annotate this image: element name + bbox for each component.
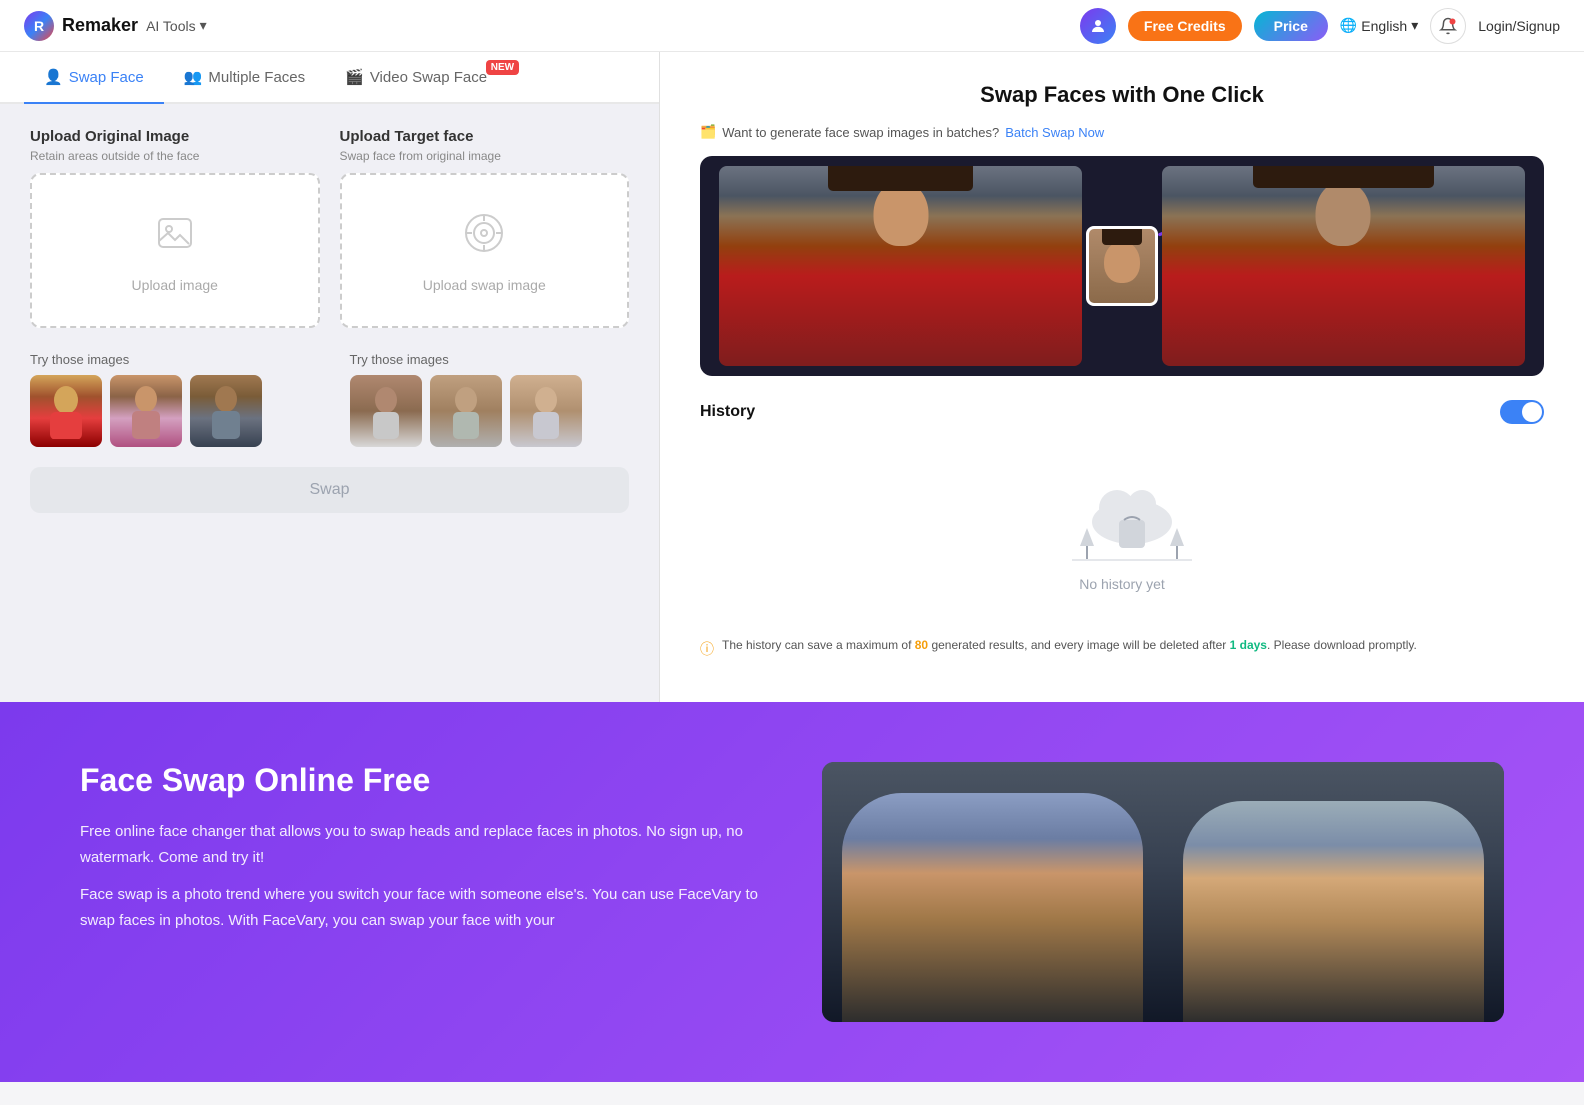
promo-para2: Face swap is a photo trend where you swi… bbox=[80, 882, 762, 933]
history-note-text: The history can save a maximum of 80 gen… bbox=[722, 638, 1417, 652]
try-target-thumb-1[interactable] bbox=[350, 375, 422, 447]
history-section: History bbox=[700, 400, 1544, 659]
ai-tools-label: AI Tools bbox=[146, 18, 196, 34]
header-right: Free Credits Price 🌐 English ▾ Login/Sig… bbox=[1080, 8, 1560, 44]
right-panel-title: Swap Faces with One Click bbox=[700, 82, 1544, 108]
try-original-label: Try those images bbox=[30, 352, 310, 367]
upload-section: Upload Original Image Retain areas outsi… bbox=[0, 104, 659, 352]
chevron-down-icon: ▾ bbox=[200, 17, 207, 34]
user-avatar-button[interactable] bbox=[1080, 8, 1116, 44]
swap-button[interactable]: Swap bbox=[30, 467, 629, 513]
tab-multiple-faces-label: Multiple Faces bbox=[208, 69, 305, 86]
multiple-persons-icon: 👥 bbox=[184, 68, 203, 86]
upload-target-sublabel: Swap face from original image bbox=[340, 149, 630, 163]
demo-person-2 bbox=[1162, 166, 1525, 366]
try-original-thumb-1[interactable] bbox=[30, 375, 102, 447]
promo-title: Face Swap Online Free bbox=[80, 762, 762, 799]
upload-target-text: Upload swap image bbox=[423, 277, 546, 293]
try-images-section: Try those images Try those images bbox=[0, 352, 659, 447]
demo-overlay-face bbox=[1086, 226, 1158, 306]
batch-link[interactable]: Batch Swap Now bbox=[1005, 125, 1104, 140]
promo-right-image bbox=[822, 762, 1504, 1022]
upload-original-text: Upload image bbox=[132, 277, 218, 293]
upload-target-col: Upload Target face Swap face from origin… bbox=[340, 128, 630, 328]
notification-button[interactable] bbox=[1430, 8, 1466, 44]
promo-left: Face Swap Online Free Free online face c… bbox=[80, 762, 762, 945]
try-target-images bbox=[350, 375, 630, 447]
login-signup-button[interactable]: Login/Signup bbox=[1478, 18, 1560, 34]
upload-original-icon bbox=[151, 209, 199, 267]
history-title: History bbox=[700, 403, 755, 421]
demo-arrow-area: ➜ bbox=[1086, 226, 1158, 306]
main-section: 👤 Swap Face 👥 Multiple Faces 🎬 Video Swa… bbox=[0, 52, 1584, 702]
upload-target-icon bbox=[460, 209, 508, 267]
logo-icon: R bbox=[24, 11, 54, 41]
demo-inner: ➜ bbox=[700, 156, 1544, 376]
new-badge: NEW bbox=[486, 60, 519, 75]
info-icon: ⓘ bbox=[700, 639, 714, 659]
demo-person-1 bbox=[719, 166, 1082, 366]
tab-multiple-faces[interactable]: 👥 Multiple Faces bbox=[164, 52, 325, 104]
swap-button-wrap: Swap bbox=[0, 447, 659, 533]
batch-text: Want to generate face swap images in bat… bbox=[722, 125, 999, 140]
try-original-images bbox=[30, 375, 310, 447]
tab-swap-face[interactable]: 👤 Swap Face bbox=[24, 52, 164, 104]
history-toggle[interactable] bbox=[1500, 400, 1544, 424]
demo-image: ➜ bbox=[700, 156, 1544, 376]
upload-target-label: Upload Target face bbox=[340, 128, 630, 145]
free-credits-button[interactable]: Free Credits bbox=[1128, 11, 1242, 41]
price-button[interactable]: Price bbox=[1254, 11, 1328, 41]
history-note-count: 80 bbox=[915, 638, 928, 652]
no-history-text: No history yet bbox=[1079, 576, 1165, 592]
logo-text: Remaker bbox=[62, 15, 138, 36]
history-note: ⓘ The history can save a maximum of 80 g… bbox=[700, 638, 1544, 659]
upload-original-label: Upload Original Image bbox=[30, 128, 320, 145]
globe-icon: 🌐 bbox=[1340, 17, 1357, 34]
face-preview bbox=[822, 762, 1504, 1022]
history-note-middle: generated results, and every image will … bbox=[928, 638, 1230, 652]
language-label: English bbox=[1361, 18, 1407, 34]
history-empty: No history yet bbox=[700, 440, 1544, 638]
try-target-col: Try those images bbox=[350, 352, 630, 447]
person-icon: 👤 bbox=[44, 68, 63, 86]
history-note-before: The history can save a maximum of bbox=[722, 638, 915, 652]
try-original-col: Try those images bbox=[30, 352, 310, 447]
left-panel: 👤 Swap Face 👥 Multiple Faces 🎬 Video Swa… bbox=[0, 52, 660, 702]
header: R Remaker AI Tools ▾ Free Credits Price … bbox=[0, 0, 1584, 52]
history-header: History bbox=[700, 400, 1544, 424]
promo-section: Face Swap Online Free Free online face c… bbox=[0, 702, 1584, 1082]
layers-icon: 🗂️ bbox=[700, 124, 716, 140]
try-target-thumb-3[interactable] bbox=[510, 375, 582, 447]
video-icon: 🎬 bbox=[345, 68, 364, 86]
try-original-thumb-2[interactable] bbox=[110, 375, 182, 447]
header-left: R Remaker AI Tools ▾ bbox=[24, 11, 207, 41]
upload-original-sublabel: Retain areas outside of the face bbox=[30, 149, 320, 163]
try-target-thumb-2[interactable] bbox=[430, 375, 502, 447]
ai-tools-dropdown[interactable]: AI Tools ▾ bbox=[146, 17, 207, 34]
language-selector[interactable]: 🌐 English ▾ bbox=[1340, 17, 1418, 34]
promo-para1: Free online face changer that allows you… bbox=[80, 819, 762, 870]
batch-info: 🗂️ Want to generate face swap images in … bbox=[700, 124, 1544, 140]
right-panel: Swap Faces with One Click 🗂️ Want to gen… bbox=[660, 52, 1584, 702]
try-target-label: Try those images bbox=[350, 352, 630, 367]
history-note-after: . Please download promptly. bbox=[1267, 638, 1417, 652]
history-note-days: 1 days bbox=[1230, 638, 1267, 652]
upload-original-box[interactable]: Upload image bbox=[30, 173, 320, 328]
empty-illustration bbox=[1062, 470, 1182, 560]
upload-target-box[interactable]: Upload swap image bbox=[340, 173, 630, 328]
upload-original-col: Upload Original Image Retain areas outsi… bbox=[30, 128, 320, 328]
tab-video-swap-face-label: Video Swap Face bbox=[370, 69, 487, 86]
chevron-down-icon: ▾ bbox=[1411, 17, 1418, 34]
toggle-knob bbox=[1522, 402, 1542, 422]
tab-video-swap-face[interactable]: 🎬 Video Swap Face NEW bbox=[325, 52, 517, 104]
tab-swap-face-label: Swap Face bbox=[69, 69, 144, 86]
try-original-thumb-3[interactable] bbox=[190, 375, 262, 447]
tab-nav: 👤 Swap Face 👥 Multiple Faces 🎬 Video Swa… bbox=[0, 52, 659, 104]
